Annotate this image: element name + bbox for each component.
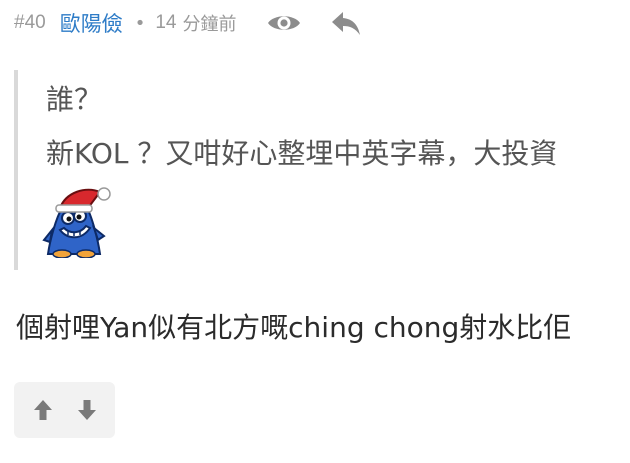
quote-line-1: 誰？ [46,83,103,116]
post-number: #40 [14,12,46,33]
separator-dot: • [134,12,146,34]
upvote-button[interactable] [28,395,58,425]
thumb-up-arrow-icon [33,400,52,420]
post-time-unit: 分鐘前 [182,14,237,35]
thumb-down-arrow-icon [77,400,96,420]
quote-line-2: 新KOL ？又咁好心整埋中英字幕，大投資 [46,137,558,170]
username-link[interactable]: 歐陽儉 [60,8,123,38]
blue-monster-sticker-icon [42,178,122,259]
reply-arrow-icon[interactable] [326,8,366,38]
quote-block: 誰？ 新KOL ？又咁好心整埋中英字幕，大投資 [14,70,618,270]
eye-icon[interactable] [264,8,304,38]
reply-body-text: 個射哩Yan似有北方嘅ching chong射水比佢 [16,311,572,344]
post-header: #40 歐陽儉 • 14 分鐘前 [14,6,388,40]
vote-box [14,382,115,438]
post-time-value: 14 [155,12,177,33]
downvote-button[interactable] [72,395,102,425]
